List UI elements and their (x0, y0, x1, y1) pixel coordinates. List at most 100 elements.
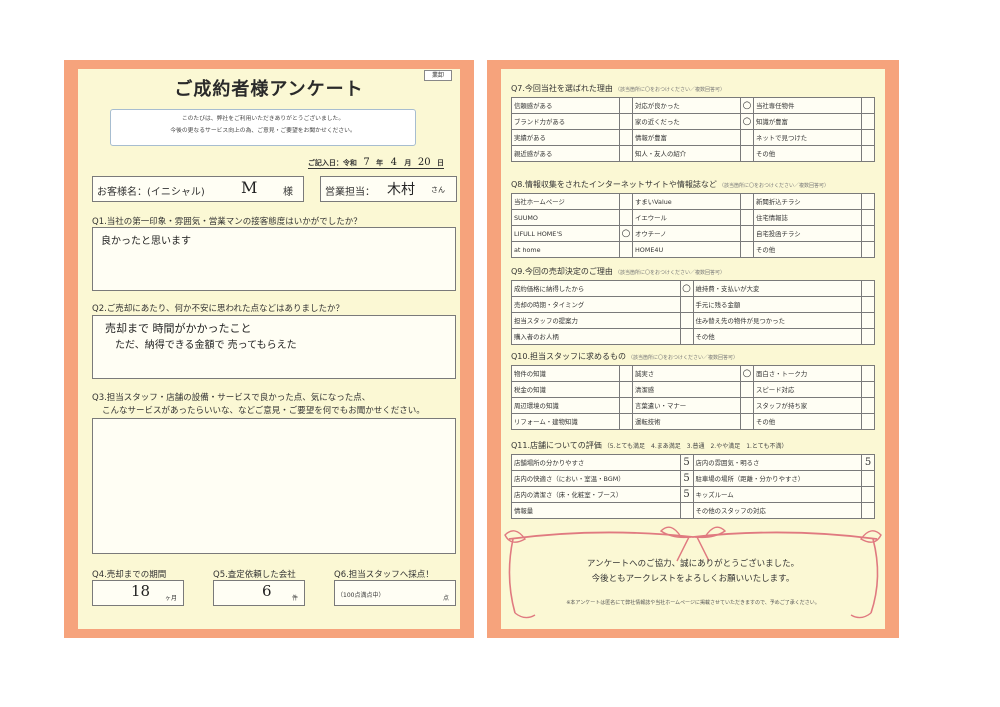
q11-option-mark[interactable] (861, 486, 875, 503)
q5-answer-box[interactable]: 6 件 (213, 580, 305, 606)
q10-option-mark[interactable] (740, 381, 754, 398)
q9-option-mark[interactable] (861, 280, 875, 297)
q10-row: 税金の知識 清潔感 スピード対応 (511, 381, 875, 398)
customer-name-box[interactable]: お客様名：(イニシャル) M 様 (92, 176, 304, 202)
q10-option-mark[interactable] (619, 365, 633, 382)
q7-option-label: ネットで見つけた (753, 129, 862, 146)
q11-option-label: 駐車場の場所（距離・分かりやすさ） (692, 470, 862, 487)
customer-suffix: 様 (283, 187, 293, 198)
q7-option-mark[interactable]: ○ (740, 97, 754, 114)
q11-option-mark[interactable]: 5 (679, 454, 694, 471)
q10-option-mark[interactable] (619, 413, 633, 430)
q8-option-mark[interactable] (740, 241, 754, 258)
q7-option-mark[interactable]: ○ (740, 113, 754, 130)
q11-option-mark[interactable]: 5 (861, 454, 875, 471)
date-month: 4 (390, 157, 397, 168)
q11-option-mark[interactable] (861, 470, 875, 487)
q6-answer-box[interactable]: （100点満点中） 点 (334, 580, 456, 606)
intro-line2: 今後の更なるサービス向上の為、ご意見・ご要望をお聞かせください。 (170, 128, 356, 134)
q8-option-mark[interactable] (619, 241, 633, 258)
q10-title-text: Q10.担当スタッフに求めるもの (511, 352, 627, 361)
q10-note: （該当箇所に〇をおつけください／複数回答可） (628, 355, 739, 361)
date-day-unit: 日 (437, 159, 444, 167)
q9-table: 成約価格に納得したから ○ 維持費・支払いが大変 売却の時期・タイミング 手元に残る金額… (511, 280, 875, 345)
q8-option-mark[interactable] (740, 193, 754, 210)
q4-answer-box[interactable]: 18 ヶ月 (92, 580, 184, 606)
q8-option-mark[interactable] (861, 209, 875, 226)
date-month-unit: 月 (404, 159, 412, 167)
q9-option-mark[interactable] (679, 296, 694, 313)
q8-option-mark[interactable] (740, 209, 754, 226)
q11-title-text: Q11.店舗についての評価 (511, 441, 602, 450)
q11-option-mark[interactable]: 5 (679, 470, 694, 487)
q10-row: 周辺環境の知識 言葉遣い・マナー スタッフが持ち家 (511, 397, 875, 414)
q7-option-label: ブランド力がある (511, 113, 620, 130)
q10-option-mark[interactable] (861, 381, 875, 398)
q7-option-mark[interactable] (619, 129, 633, 146)
q10-option-mark[interactable] (740, 413, 754, 430)
q8-option-mark[interactable] (740, 225, 754, 242)
q10-option-mark[interactable]: ○ (740, 365, 754, 382)
q9-option-mark[interactable]: ○ (679, 280, 694, 297)
q8-option-mark[interactable] (861, 241, 875, 258)
q10-row: 物件の知識 誠実さ ○ 面白さ・トーク力 (511, 365, 875, 382)
q8-row: LIFULL HOME'S ○ オウチーノ 自宅投函チラシ (511, 225, 875, 242)
q8-option-mark[interactable] (619, 193, 633, 210)
q8-note: （該当箇所に〇をおつけください／複数回答可） (718, 183, 829, 189)
q8-option-mark[interactable] (861, 225, 875, 242)
q7-option-mark[interactable] (861, 145, 875, 162)
q9-mark-value: ○ (682, 283, 691, 294)
q9-option-mark[interactable] (679, 312, 694, 329)
q7-title: Q7.今回当社を選ばれた理由 （該当箇所に〇をおつけください／複数回答可） (511, 83, 725, 94)
date-day: 20 (417, 157, 431, 168)
q1-answer-box[interactable]: 良かったと思います (92, 227, 456, 291)
q10-option-mark[interactable] (861, 413, 875, 430)
q8-option-label: SUUMO (511, 209, 620, 226)
q9-option-mark[interactable] (861, 296, 875, 313)
q8-title: Q8.情報収集をされたインターネットサイトや情報誌など （該当箇所に〇をおつけくだ… (511, 179, 829, 190)
q7-option-mark[interactable] (740, 129, 754, 146)
q8-option-label: 自宅投函チラシ (753, 225, 862, 242)
q11-row: 店舗場所の分かりやすさ 5 店内の雰囲気・明るさ 5 (511, 454, 875, 471)
q9-row: 担当スタッフの提案力 住み替え先の物件が見つかった (511, 312, 875, 329)
q9-title: Q9.今回の売却決定のご理由 （該当箇所に〇をおつけください／複数回答可） (511, 266, 725, 277)
q2-answer-box[interactable]: 売却まで 時間がかかったこと ただ、納得できる金額で 売ってもらえた (92, 315, 456, 379)
q8-option-mark[interactable] (619, 209, 633, 226)
q7-row: ブランド力がある 家の近くだった ○ 知識が豊富 (511, 113, 875, 130)
q10-table: 物件の知識 誠実さ ○ 面白さ・トーク力 税金の知識 清潔感 スピード対応 周辺環境の知識 言葉… (511, 365, 875, 430)
q7-row: 親近感がある 知人・友人の紹介 その他 (511, 145, 875, 162)
date-label: ご記入日：令和 (307, 159, 357, 167)
q7-option-mark[interactable] (861, 113, 875, 130)
q9-option-mark[interactable] (861, 312, 875, 329)
q11-option-mark[interactable]: 5 (679, 486, 694, 503)
q7-option-mark[interactable] (619, 97, 633, 114)
q9-option-mark[interactable] (679, 328, 694, 345)
q7-option-mark[interactable] (861, 129, 875, 146)
intro-line1: このたびは、弊社をご利用いただきありがとうございました。 (181, 116, 345, 122)
q7-option-mark[interactable] (619, 113, 633, 130)
q10-option-mark[interactable] (861, 365, 875, 382)
q10-option-mark[interactable] (861, 397, 875, 414)
staff-box[interactable]: 営業担当： 木村 さん (320, 176, 457, 202)
q10-option-mark[interactable] (740, 397, 754, 414)
q7-option-mark[interactable] (740, 145, 754, 162)
staff-label: 営業担当： (325, 187, 375, 198)
q9-row: 成約価格に納得したから ○ 維持費・支払いが大変 (511, 280, 875, 297)
q8-option-mark[interactable] (861, 193, 875, 210)
q9-option-mark[interactable] (861, 328, 875, 345)
q11-option-label: 店内の清潔さ（床・化粧室・ブース） (511, 486, 681, 503)
q1-answer: 良かったと思います (101, 236, 191, 247)
q10-option-mark[interactable] (619, 381, 633, 398)
q7-table: 信頼感がある 対応が良かった ○ 当社専任物件 ブランド力がある 家の近くだった ○ 知識が豊… (511, 97, 875, 162)
q10-row: リフォーム・建物知識 運転技術 その他 (511, 413, 875, 430)
q10-option-label: リフォーム・建物知識 (511, 413, 620, 430)
q8-option-mark[interactable]: ○ (619, 225, 633, 242)
q5-unit: 件 (292, 595, 299, 602)
q7-option-label: 親近感がある (511, 145, 620, 162)
q7-option-mark[interactable] (619, 145, 633, 162)
left-panel: 業卸 ご成約者様アンケート このたびは、弊社をご利用いただきありがとうございまし… (78, 69, 460, 629)
q10-option-mark[interactable] (619, 397, 633, 414)
q7-title-text: Q7.今回当社を選ばれた理由 (511, 84, 613, 93)
q3-answer-box[interactable] (92, 418, 456, 554)
q7-option-mark[interactable] (861, 97, 875, 114)
